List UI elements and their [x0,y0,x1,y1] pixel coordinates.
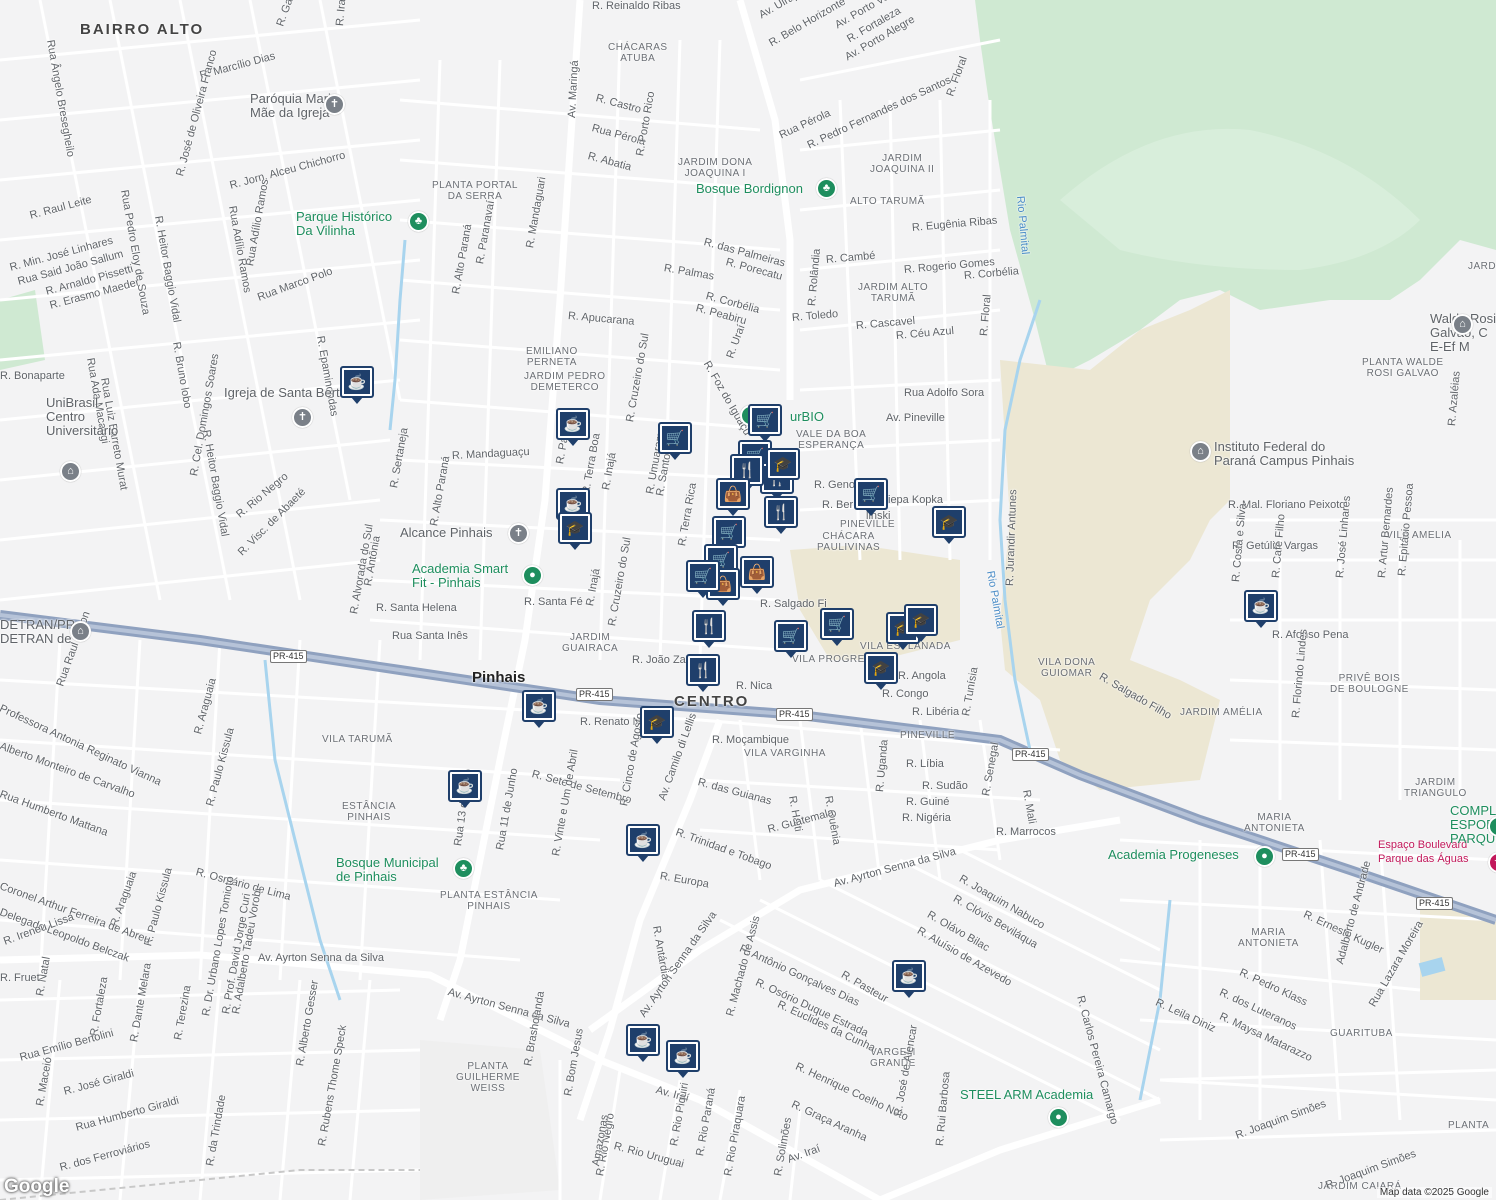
graduation-cap-icon: 🎓 [868,656,894,680]
cart-icon: 🛒 [690,564,716,588]
park-icon[interactable]: ♣ [816,178,837,199]
church-icon[interactable]: ✝ [324,94,345,115]
school-icon[interactable]: ⌂ [60,461,81,482]
grocery-marker[interactable]: 🛒 [748,404,782,442]
google-logo: Google [4,1176,70,1197]
cart-icon: 🛒 [716,520,742,544]
fork-knife-icon: 🍴 [696,614,722,638]
map-canvas[interactable]: CHÁCARAS ATUBA JARDIM DONA JOAQUINA I JARD… [0,0,1496,1200]
highway-pr415 [0,613,1496,922]
cafe-marker[interactable]: ☕ [522,690,556,728]
coffee-icon: ☕ [896,964,922,988]
map-attribution[interactable]: Map data ©2025 Google [1376,1187,1492,1198]
church-icon[interactable]: ✝ [292,407,313,428]
highway-pr415 [0,610,1496,925]
sand-area [420,1040,560,1200]
coffee-icon: ☕ [452,774,478,798]
cafe-marker[interactable]: ☕ [1244,590,1278,628]
park-icon[interactable]: ♣ [408,211,429,232]
sand-area [790,545,960,660]
cafe-marker[interactable]: ☕ [556,408,590,446]
fork-knife-icon: 🍴 [768,500,794,524]
coffee-icon: ☕ [630,828,656,852]
school-icon[interactable]: ⌂ [1452,314,1473,335]
coffee-icon: ☕ [526,694,552,718]
coffee-icon: ☕ [560,412,586,436]
graduation-cap-icon: 🎓 [562,516,588,540]
shopping-marker[interactable]: 👜 [716,478,750,516]
graduation-cap-icon: 🎓 [936,510,962,534]
cart-icon: 🛒 [752,408,778,432]
coffee-icon: ☕ [670,1044,696,1068]
shopping-bag-icon: 👜 [744,560,770,584]
cafe-marker[interactable]: ☕ [340,366,374,404]
river [263,659,342,1001]
coffee-icon: ☕ [1248,594,1274,618]
school-marker[interactable]: 🎓 [558,512,592,550]
highway-shield: PR-415 [576,688,613,701]
shopping-bag-icon: 👜 [720,482,746,506]
highway-shield: PR-415 [1416,897,1453,910]
school-marker[interactable]: 🎓 [640,706,674,744]
school-marker[interactable]: 🎓 [932,506,966,544]
graduation-cap-icon: 🎓 [644,710,670,734]
highway-shield: PR-415 [1282,848,1319,861]
restaurant-marker[interactable]: 🍴 [692,610,726,648]
school-icon[interactable]: ⌂ [1190,441,1211,462]
cart-icon: 🛒 [662,426,688,450]
highway-shield: PR-415 [1012,748,1049,761]
cafe-marker[interactable]: ☕ [626,1024,660,1062]
gym-icon[interactable]: ● [522,565,543,586]
gym-icon[interactable]: ● [1254,846,1275,867]
grocery-marker[interactable]: 🛒 [686,560,720,598]
highway-shield: PR-415 [270,650,307,663]
school-marker[interactable]: 🎓 [766,448,800,486]
park-icon[interactable]: ♣ [453,858,474,879]
fork-knife-icon: 🍴 [690,658,716,682]
coffee-icon: ☕ [630,1028,656,1052]
main-roads [0,0,1162,1200]
school-marker[interactable]: 🎓 [904,604,938,642]
cart-icon: 🛒 [824,612,850,636]
graduation-cap-icon: 🎓 [908,608,934,632]
cafe-marker[interactable]: ☕ [448,770,482,808]
graduation-cap-icon: 🎓 [770,452,796,476]
river [1138,899,1172,1101]
shopping-marker[interactable]: 👜 [740,556,774,594]
cafe-marker[interactable]: ☕ [892,960,926,998]
cafe-marker[interactable]: ☕ [666,1040,700,1078]
school-marker[interactable]: 🎓 [864,652,898,690]
grocery-marker[interactable]: 🛒 [820,608,854,646]
gov-icon[interactable]: ⌂ [70,621,91,642]
cafe-marker[interactable]: ☕ [626,824,660,862]
restaurant-marker[interactable]: 🍴 [686,654,720,692]
cart-icon: 🛒 [858,482,884,506]
church-icon[interactable]: ✝ [508,523,529,544]
grocery-marker[interactable]: 🛒 [774,620,808,658]
grocery-marker[interactable]: 🛒 [658,422,692,460]
restaurant-marker[interactable]: 🍴 [764,496,798,534]
sand-area [1000,290,1230,790]
gym-icon[interactable]: ● [1048,1107,1069,1128]
coffee-icon: ☕ [344,370,370,394]
highway-shield: PR-415 [776,708,813,721]
cart-icon: 🛒 [778,624,804,648]
grocery-marker[interactable]: 🛒 [854,478,888,516]
